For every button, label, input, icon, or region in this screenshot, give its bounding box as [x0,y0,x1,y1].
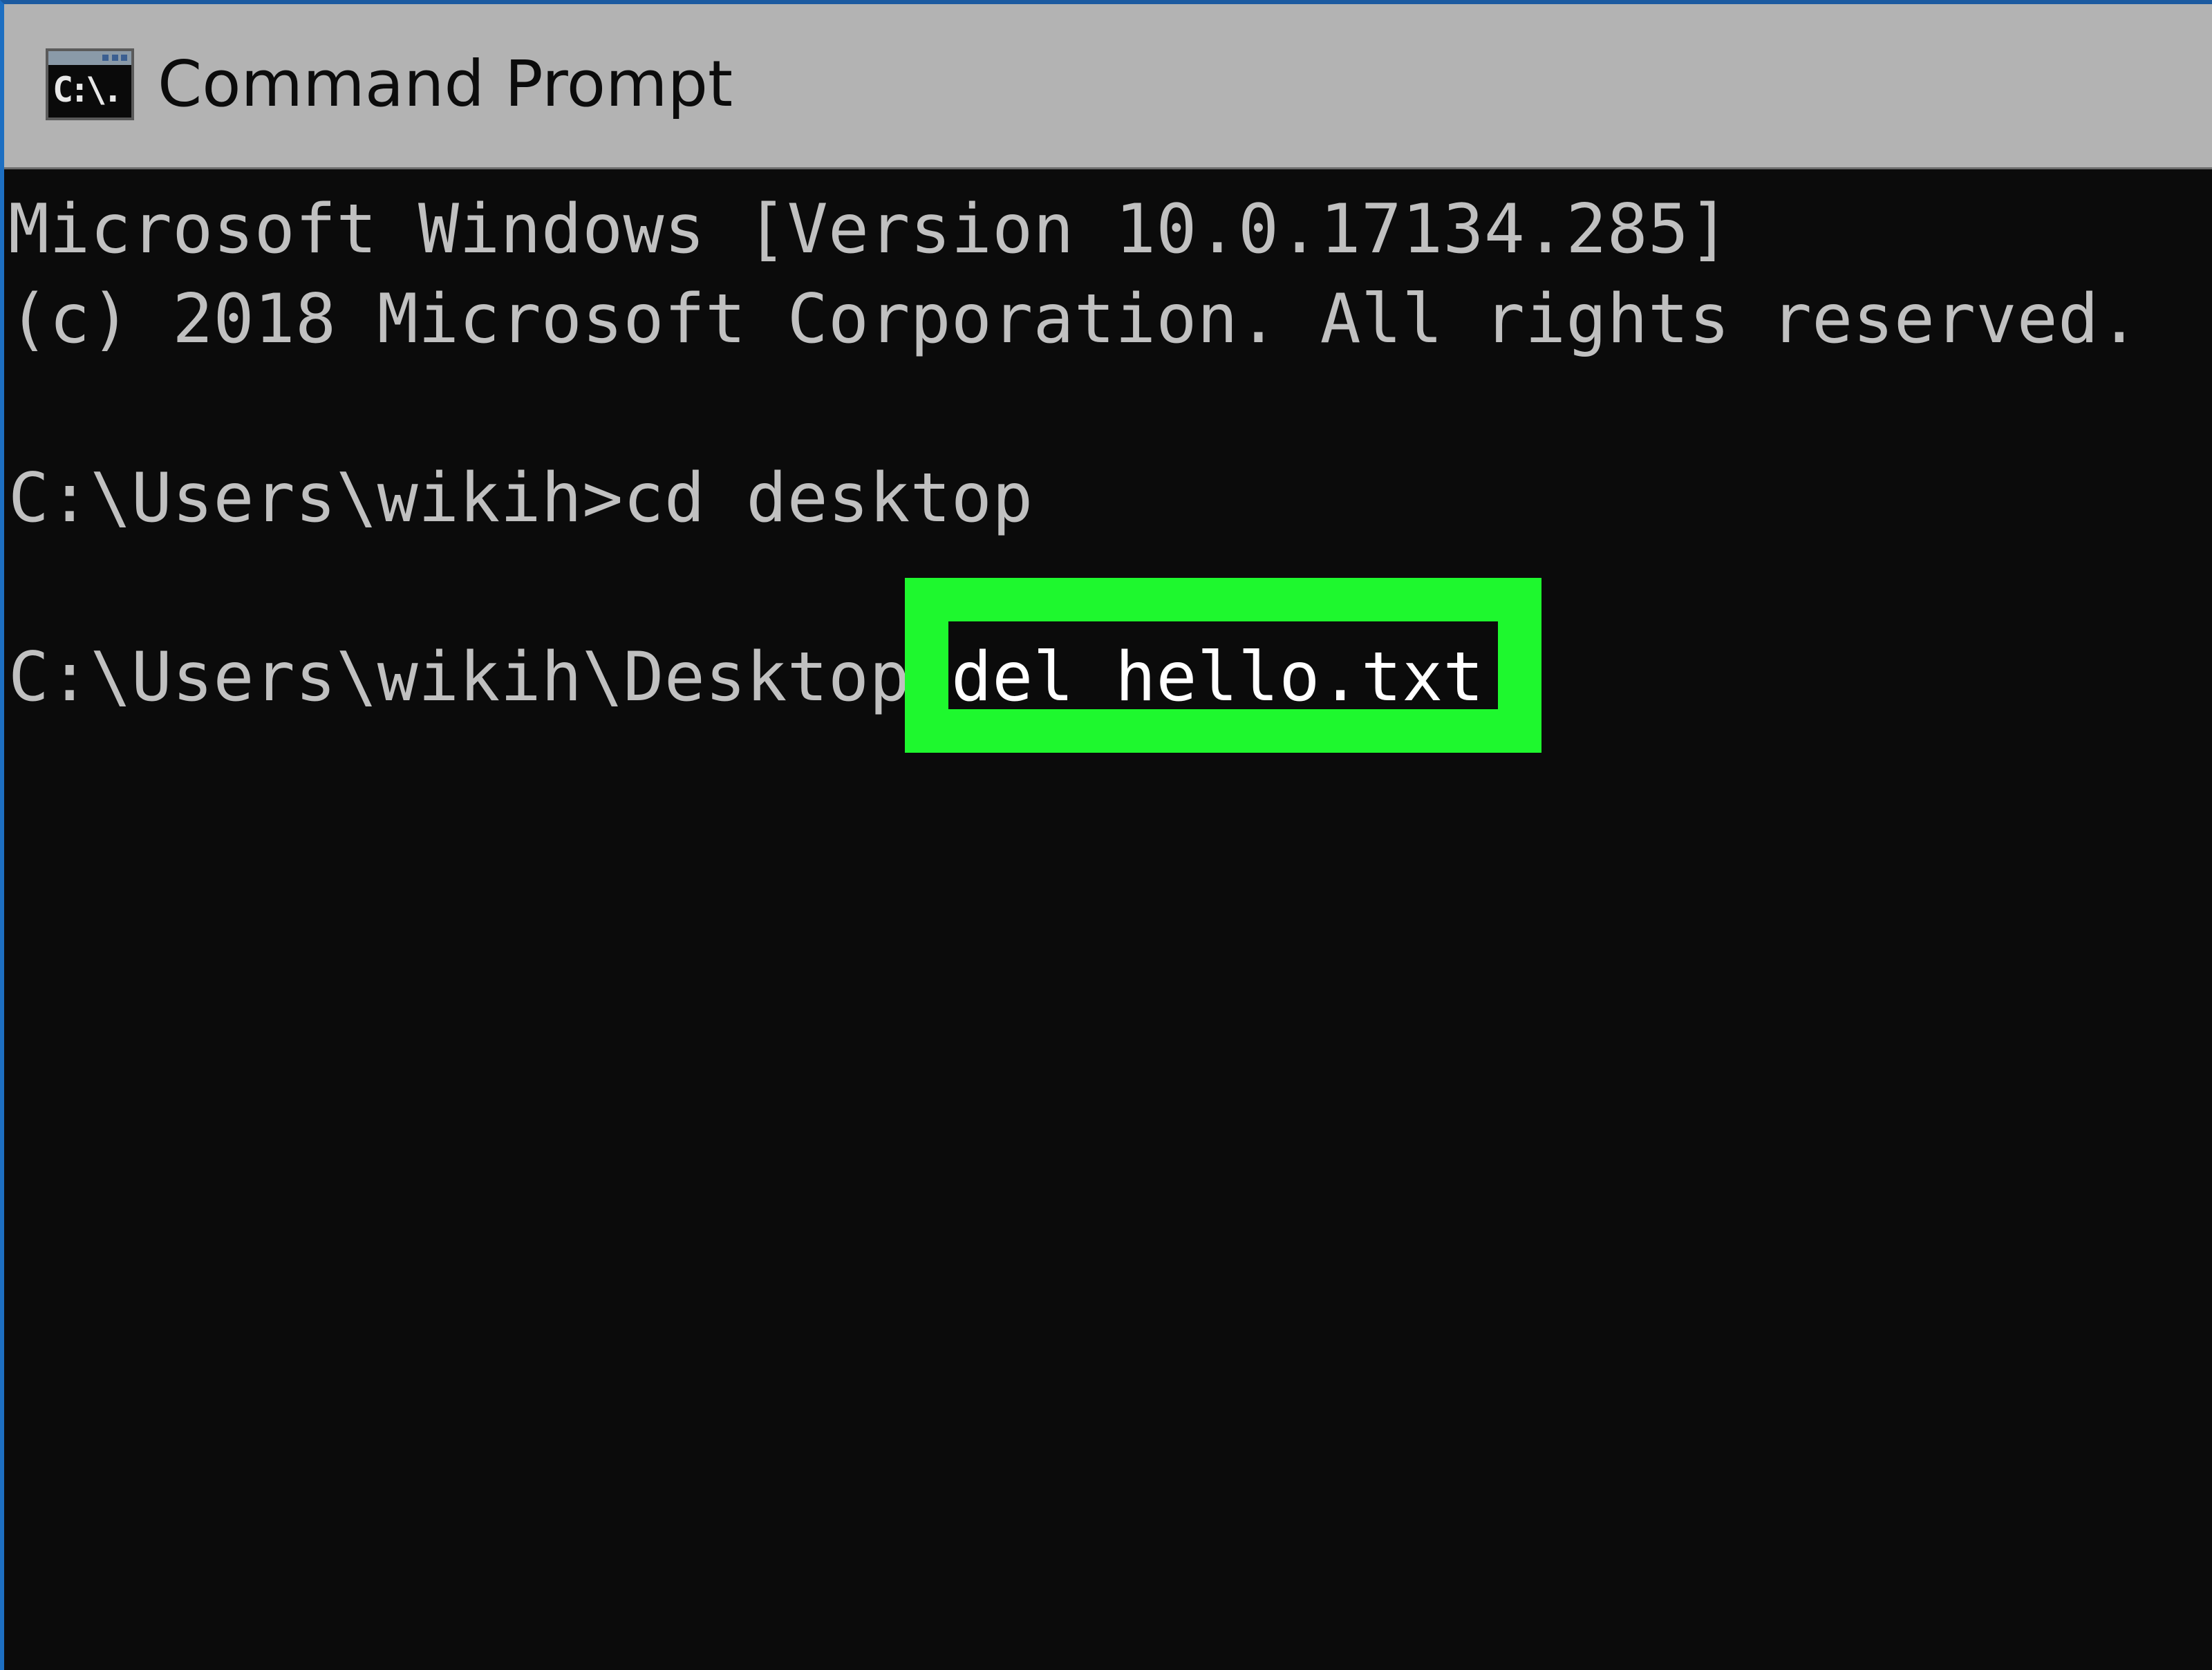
command-highlight-box [905,578,1541,753]
prompt-path: C:\Users\wikih\Desktop> [8,638,951,717]
console-line-version: Microsoft Windows [Version 10.0.17134.28… [8,190,1730,269]
prompt-path: C:\Users\wikih> [8,459,624,538]
typed-command: cd desktop [623,459,1033,538]
icon-glyph: C:\. [53,70,123,110]
console-line-copyright: (c) 2018 Microsoft Corporation. All righ… [8,279,2140,359]
cmd-app-icon: C:\. [46,48,134,120]
title-bar[interactable]: C:\. Command Prompt [4,4,2212,169]
command-prompt-window: C:\. Command Prompt Microsoft Windows [V… [0,0,2212,1670]
icon-window-dots [102,55,127,62]
window-title: Command Prompt [158,47,733,121]
console-line-cd-command: C:\Users\wikih>cd desktop [8,454,2206,544]
console-line-blank [8,364,2206,454]
